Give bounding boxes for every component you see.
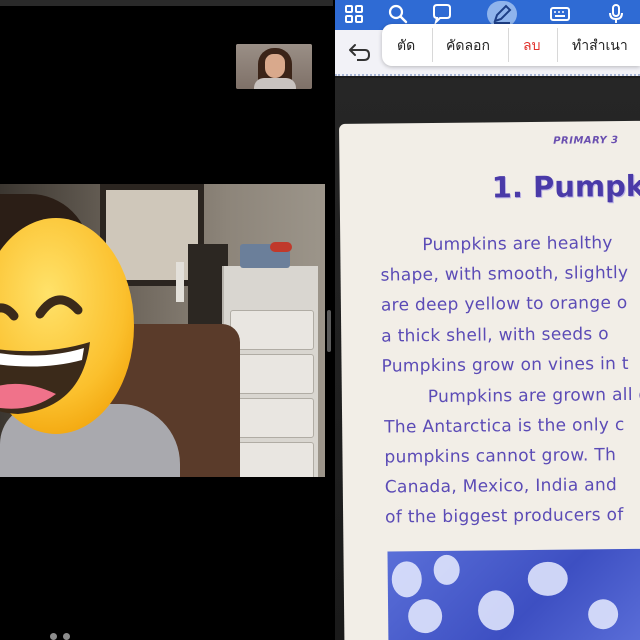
paragraph-line: pumpkins cannot grow. Th: [384, 445, 617, 468]
illustration-blob: [477, 590, 515, 631]
video-call-panel: [0, 0, 333, 640]
search-icon[interactable]: [387, 3, 409, 25]
paragraph-line: a thick shell, with seeds o: [381, 324, 610, 347]
split-view-handle[interactable]: [327, 310, 331, 352]
call-status-strip: [0, 0, 333, 6]
undo-icon[interactable]: [345, 40, 371, 66]
duplicate-menu-item[interactable]: ทำสำเนา: [572, 34, 628, 58]
page-indicator[interactable]: [50, 625, 80, 640]
copy-menu-item[interactable]: คัดลอก: [446, 34, 490, 58]
self-view-shirt: [254, 78, 296, 89]
delete-menu-item[interactable]: ลบ: [523, 34, 540, 58]
drawer: [230, 398, 314, 438]
menu-separator: [432, 28, 433, 62]
level-label: PRIMARY 3: [553, 135, 619, 147]
bottle: [176, 262, 184, 302]
illustration-blob: [407, 598, 443, 634]
drawer: [230, 354, 314, 394]
paragraph-line: of the biggest producers of: [385, 505, 624, 528]
pumpkin-illustration: [387, 548, 640, 640]
red-item: [270, 242, 292, 252]
grid-icon[interactable]: [343, 3, 365, 25]
page-dot: [63, 633, 70, 640]
illustration-blob: [527, 561, 568, 597]
paragraph-line: are deep yellow to orange o: [380, 292, 628, 316]
worksheet-page: PRIMARY 3 1. Pumpki Pumpkins are healthy…: [339, 120, 640, 640]
drawer: [230, 442, 314, 477]
lasso-icon[interactable]: [431, 3, 453, 25]
illustration-blob: [391, 561, 422, 598]
illustration-blob: [433, 554, 460, 586]
illustration-blob: [587, 599, 619, 630]
menu-separator: [557, 28, 558, 62]
keyboard-icon[interactable]: [549, 3, 571, 25]
paragraph-line: shape, with smooth, slightly: [380, 262, 629, 286]
page-dot: [50, 633, 57, 640]
menu-separator: [508, 28, 509, 62]
grinning-face-emoji-icon: [0, 218, 134, 434]
lesson-title: 1. Pumpki: [491, 168, 640, 205]
cut-menu-item[interactable]: ตัด: [397, 34, 415, 58]
paragraph-line: The Antarctica is the only c: [384, 415, 625, 438]
edit-context-menu: ตัด คัดลอก ลบ ทำสำเนา: [382, 24, 640, 66]
drawer: [230, 310, 314, 350]
pen-icon[interactable]: [491, 3, 513, 25]
document-viewer: ตัด คัดลอก ลบ ทำสำเนา PRIMARY 3 1. Pumpk…: [335, 0, 640, 640]
paragraph-line: Canada, Mexico, India and: [384, 475, 618, 498]
paragraph-line: Pumpkins are grown all o: [427, 384, 640, 408]
paragraph-line: Pumpkins are healthy: [422, 233, 613, 256]
self-view-face: [265, 54, 285, 78]
microphone-icon[interactable]: [605, 3, 627, 25]
self-view-thumbnail[interactable]: [236, 44, 312, 89]
paragraph-line: Pumpkins grow on vines in t: [381, 353, 629, 377]
selection-dotted-border: [335, 74, 640, 76]
